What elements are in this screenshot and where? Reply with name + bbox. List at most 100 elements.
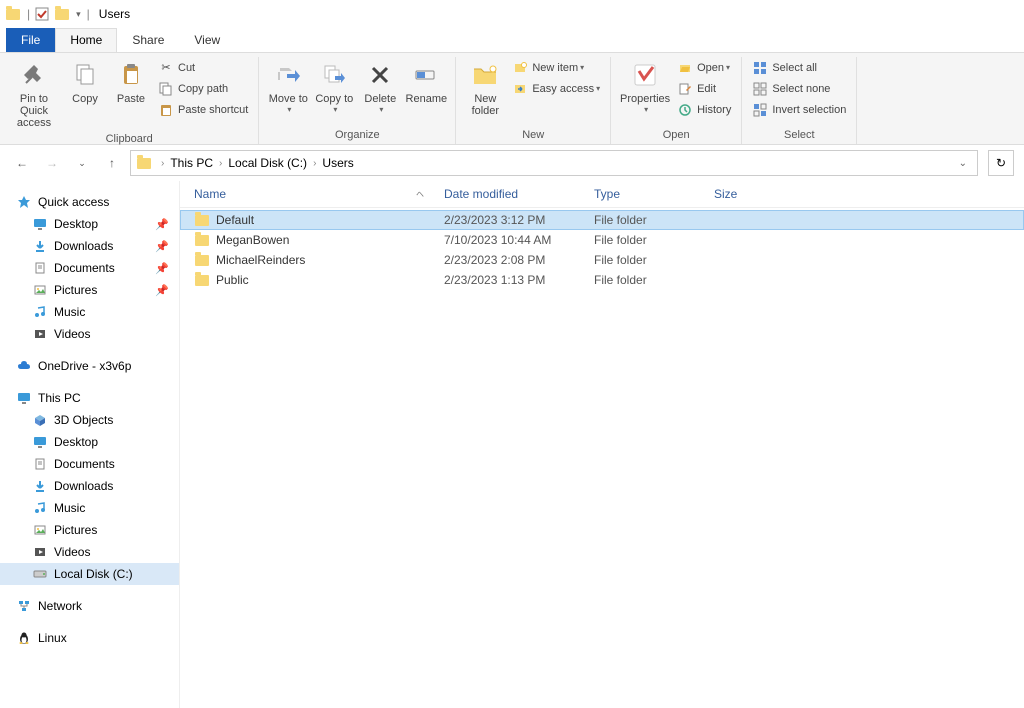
paste-icon	[115, 59, 147, 91]
new-folder-icon	[469, 59, 501, 91]
chevron-right-icon[interactable]: ›	[157, 158, 168, 169]
sidebar-item[interactable]: Pictures	[0, 519, 179, 541]
item-icon	[32, 544, 48, 560]
new-item-button[interactable]: New item▾	[508, 57, 604, 78]
sidebar-item[interactable]: Desktop📌	[0, 213, 179, 235]
sidebar-item[interactable]: Documents	[0, 453, 179, 475]
paste-button[interactable]: Paste	[108, 57, 154, 107]
item-icon	[32, 434, 48, 450]
sidebar-item[interactable]: Videos	[0, 323, 179, 345]
copy-button[interactable]: Copy	[62, 57, 108, 107]
paste-shortcut-button[interactable]: Paste shortcut	[154, 99, 252, 120]
titlebar-sep2: |	[87, 7, 90, 21]
nav-up-button[interactable]: ↑	[100, 151, 124, 175]
breadcrumb-segment[interactable]: Users	[320, 156, 355, 170]
move-to-button[interactable]: Move to▾	[265, 57, 311, 116]
history-icon	[677, 102, 693, 118]
sidebar-item-label: Local Disk (C:)	[54, 567, 133, 581]
sidebar-item-onedrive[interactable]: OneDrive - x3v6p	[0, 355, 179, 377]
paste-shortcut-icon	[158, 102, 174, 118]
qat-check-icon[interactable]	[33, 5, 51, 23]
sidebar-item-label: Desktop	[54, 217, 98, 231]
copy-path-button[interactable]: Copy path	[154, 78, 252, 99]
folder-icon	[194, 232, 210, 248]
item-icon	[32, 260, 48, 276]
tab-home[interactable]: Home	[55, 28, 117, 52]
network-icon	[16, 598, 32, 614]
open-button[interactable]: Open▾	[673, 57, 735, 78]
sidebar-item[interactable]: Desktop	[0, 431, 179, 453]
sidebar-item[interactable]: Pictures📌	[0, 279, 179, 301]
breadcrumb[interactable]: › This PC › Local Disk (C:) › Users ⌄	[130, 150, 978, 176]
chevron-down-icon[interactable]: ⌄	[953, 158, 973, 169]
sidebar-item[interactable]: Videos	[0, 541, 179, 563]
tab-view[interactable]: View	[179, 28, 235, 52]
group-label-new: New	[462, 127, 604, 144]
titlebar-sep: |	[27, 7, 30, 21]
sidebar-item-quick-access[interactable]: Quick access	[0, 191, 179, 213]
easy-access-button[interactable]: Easy access▾	[508, 78, 604, 99]
file-list-pane: Nameヘ Date modified Type Size Default2/2…	[180, 181, 1024, 708]
sidebar-item-linux[interactable]: Linux	[0, 627, 179, 649]
sidebar-item[interactable]: Downloads	[0, 475, 179, 497]
folder-icon	[194, 252, 210, 268]
invert-selection-icon	[752, 102, 768, 118]
pin-icon: 📌	[155, 262, 169, 275]
history-button[interactable]: History	[673, 99, 735, 120]
sidebar-item[interactable]: Music	[0, 301, 179, 323]
sidebar-item-label: Videos	[54, 327, 90, 341]
column-header-size[interactable]: Size	[714, 187, 794, 201]
nav-back-button[interactable]: ←	[10, 151, 34, 175]
select-all-button[interactable]: Select all	[748, 57, 850, 78]
sidebar-item-network[interactable]: Network	[0, 595, 179, 617]
select-none-button[interactable]: Select none	[748, 78, 850, 99]
nav-recent-button[interactable]: ⌄	[70, 151, 94, 175]
folder-icon	[135, 154, 153, 172]
pin-icon: 📌	[155, 240, 169, 253]
column-header-type[interactable]: Type	[594, 187, 714, 201]
tab-file[interactable]: File	[6, 28, 55, 52]
refresh-button[interactable]: ↻	[988, 150, 1014, 176]
sidebar-item[interactable]: Music	[0, 497, 179, 519]
properties-button[interactable]: Properties▾	[617, 57, 673, 116]
column-header-name[interactable]: Nameヘ	[194, 187, 444, 201]
sidebar-item-label: Downloads	[54, 479, 113, 493]
item-icon	[32, 326, 48, 342]
column-header-date[interactable]: Date modified	[444, 187, 594, 201]
table-row[interactable]: MichaelReinders2/23/2023 2:08 PMFile fol…	[180, 250, 1024, 270]
chevron-right-icon[interactable]: ›	[309, 158, 320, 169]
item-icon	[32, 522, 48, 538]
invert-selection-button[interactable]: Invert selection	[748, 99, 850, 120]
table-row[interactable]: MeganBowen7/10/2023 10:44 AMFile folder	[180, 230, 1024, 250]
sidebar-item[interactable]: Downloads📌	[0, 235, 179, 257]
edit-button[interactable]: Edit	[673, 78, 735, 99]
nav-forward-button[interactable]: →	[40, 151, 64, 175]
delete-button[interactable]: Delete▾	[357, 57, 403, 116]
tab-share[interactable]: Share	[117, 28, 179, 52]
table-row[interactable]: Public2/23/2023 1:13 PMFile folder	[180, 270, 1024, 290]
breadcrumb-segment[interactable]: This PC	[168, 156, 215, 170]
sidebar-item[interactable]: Local Disk (C:)	[0, 563, 179, 585]
table-row[interactable]: Default2/23/2023 3:12 PMFile folder	[180, 210, 1024, 230]
cloud-icon	[16, 358, 32, 374]
properties-icon	[629, 59, 661, 91]
chevron-right-icon[interactable]: ›	[215, 158, 226, 169]
sidebar-item-this-pc[interactable]: This PC	[0, 387, 179, 409]
item-icon	[32, 456, 48, 472]
new-folder-button[interactable]: New folder	[462, 57, 508, 119]
group-select: Select all Select none Invert selection …	[742, 57, 857, 144]
sidebar-item[interactable]: Documents📌	[0, 257, 179, 279]
item-icon	[32, 304, 48, 320]
copy-to-button[interactable]: Copy to▾	[311, 57, 357, 116]
sidebar-item[interactable]: 3D Objects	[0, 409, 179, 431]
monitor-icon	[16, 390, 32, 406]
cut-button[interactable]: ✂Cut	[154, 57, 252, 78]
scissors-icon: ✂	[158, 60, 174, 76]
folder-icon	[53, 5, 71, 23]
rename-button[interactable]: Rename	[403, 57, 449, 107]
breadcrumb-segment[interactable]: Local Disk (C:)	[226, 156, 309, 170]
open-icon	[677, 60, 693, 76]
pin-to-quick-access-button[interactable]: Pin to Quick access	[6, 57, 62, 131]
sidebar-item-label: 3D Objects	[54, 413, 113, 427]
qat-dropdown-icon[interactable]: ▾	[76, 9, 81, 20]
